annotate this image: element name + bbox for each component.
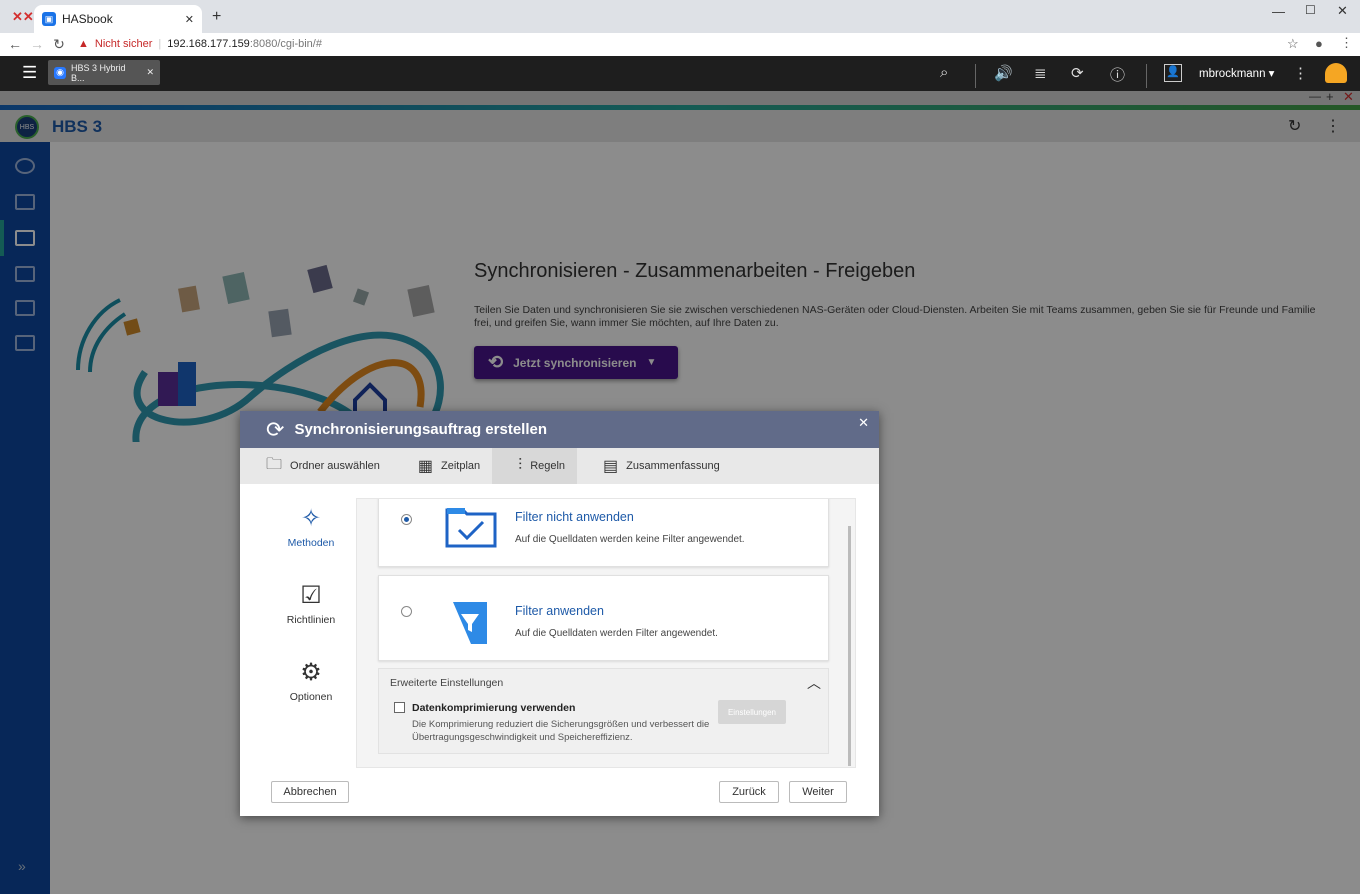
gear-icon: ⚙: [300, 659, 322, 686]
dashboard-gauge-icon[interactable]: [1325, 63, 1347, 83]
step-rules[interactable]: ⫶ Regeln: [492, 448, 578, 484]
radio-no-filter[interactable]: [401, 514, 412, 525]
url-path: :8080/cgi-bin/#: [249, 38, 322, 50]
qts-topbar: [0, 56, 1360, 91]
user-menu[interactable]: mbrockmann ▾: [1199, 66, 1274, 80]
nav-label: Richtlinien: [286, 614, 336, 626]
dialog-title: Synchronisierungsauftrag erstellen: [294, 421, 548, 438]
window-close-icon[interactable]: ✕: [1337, 3, 1348, 19]
content-scrollbar[interactable]: [848, 526, 851, 766]
nav-options[interactable]: ⚙ Optionen: [270, 658, 352, 703]
option-title: Filter anwenden: [515, 604, 604, 618]
compression-description: Die Komprimierung reduziert die Sicherun…: [412, 719, 710, 743]
tab-close-icon[interactable]: ✕: [185, 13, 194, 26]
step-label: Regeln: [530, 460, 566, 472]
browser-tab[interactable]: ▣ HASbook ✕: [34, 5, 202, 33]
url-host: 192.168.177.159: [167, 38, 250, 50]
tasks-icon[interactable]: ≣: [1034, 64, 1047, 82]
create-sync-job-dialog: ⟳ Synchronisierungsauftrag erstellen ✕ 🗀…: [240, 411, 879, 816]
main-menu-icon[interactable]: ☰: [22, 63, 37, 83]
user-avatar-icon[interactable]: 👤: [1164, 64, 1182, 82]
sliders-icon: ⫶: [518, 457, 523, 474]
clipboard-check-icon: ☑: [300, 582, 322, 609]
dialog-header: ⟳ Synchronisierungsauftrag erstellen ✕: [240, 411, 879, 448]
magic-wand-icon: ✧: [300, 505, 322, 532]
qts-app-tab[interactable]: ◉ HBS 3 Hybrid B... ✕: [48, 60, 160, 85]
address-bar[interactable]: ▲ Nicht sicher | 192.168.177.159:8080/cg…: [78, 34, 1308, 54]
clipboard-icon: ▤: [603, 458, 619, 475]
funnel-icon: [453, 602, 487, 644]
calendar-icon: ▦: [417, 458, 434, 475]
next-button[interactable]: Weiter: [789, 781, 847, 803]
dialog-close-icon[interactable]: ✕: [858, 415, 869, 431]
sync-job-icon: ⟳: [266, 416, 285, 442]
compression-label: Datenkomprimierung verwenden: [412, 702, 576, 714]
tab-title: HASbook: [62, 12, 113, 26]
bookmark-star-icon[interactable]: ☆: [1287, 36, 1299, 52]
step-label: Zusammenfassung: [626, 460, 720, 472]
browser-logo-icon: ✕✕: [12, 9, 34, 24]
tab-favicon-icon: ▣: [42, 12, 56, 26]
step-select-folder[interactable]: 🗀 Ordner auswählen: [240, 448, 392, 484]
nav-label: Methoden: [287, 537, 335, 549]
chevron-up-icon[interactable]: ︿: [807, 673, 821, 693]
info-icon[interactable]: ⓘ: [1110, 64, 1125, 85]
reload-icon[interactable]: ↻: [48, 36, 70, 53]
warning-icon: ▲: [78, 38, 89, 50]
back-icon[interactable]: ←: [4, 36, 26, 52]
search-icon[interactable]: ⌕: [940, 64, 948, 81]
profile-icon[interactable]: ●: [1315, 36, 1323, 51]
browser-tabstrip: ✕✕ ▣ HASbook ✕ + — ☐ ✕: [0, 0, 1360, 33]
nav-label: Optionen: [289, 691, 333, 703]
step-label: Ordner auswählen: [290, 460, 380, 472]
sync-status-icon[interactable]: ⟳: [1071, 64, 1084, 82]
option-title: Filter nicht anwenden: [515, 510, 634, 524]
qts-tab-close-icon[interactable]: ✕: [146, 67, 154, 78]
folder-icon: 🗀: [266, 455, 283, 473]
step-label: Zeitplan: [441, 460, 481, 472]
step-schedule[interactable]: ▦ Zeitplan: [392, 448, 492, 484]
option-desc: Auf die Quelldaten werden keine Filter a…: [515, 534, 745, 545]
advanced-settings-title[interactable]: Erweiterte Einstellungen: [390, 677, 503, 689]
advanced-settings-section: Erweiterte Einstellungen ︿ Datenkomprimi…: [378, 668, 829, 754]
volume-icon[interactable]: 🔊: [994, 64, 1013, 82]
cancel-button[interactable]: Abbrechen: [271, 781, 349, 803]
divider: [1146, 64, 1147, 88]
forward-icon[interactable]: →: [26, 36, 48, 52]
step-summary[interactable]: ▤ Zusammenfassung: [577, 448, 732, 484]
option-no-filter[interactable]: Filter nicht anwenden Auf die Quelldaten…: [378, 499, 829, 567]
hbs-tab-icon: ◉: [54, 66, 66, 79]
radio-apply-filter[interactable]: [401, 606, 412, 617]
option-desc: Auf die Quelldaten werden Filter angewen…: [515, 628, 718, 639]
compression-settings-button[interactable]: Einstellungen: [718, 700, 786, 724]
nav-methods[interactable]: ✧ Methoden: [270, 504, 352, 549]
browser-menu-icon[interactable]: ⋮: [1340, 35, 1353, 51]
qts-app-tab-label: HBS 3 Hybrid B...: [71, 62, 126, 83]
nav-policies[interactable]: ☑ Richtlinien: [270, 581, 352, 626]
minimize-icon[interactable]: —: [1272, 4, 1285, 19]
divider: [975, 64, 976, 88]
back-button[interactable]: Zurück: [719, 781, 779, 803]
maximize-icon[interactable]: ☐: [1305, 3, 1316, 17]
security-label: Nicht sicher: [94, 38, 153, 50]
new-tab-icon[interactable]: +: [212, 8, 221, 26]
wizard-steps: 🗀 Ordner auswählen ▦ Zeitplan ⫶ Regeln ▤ Zus…: [240, 448, 879, 484]
compression-checkbox[interactable]: [394, 702, 405, 713]
option-apply-filter[interactable]: Filter anwenden Auf die Quelldaten werde…: [378, 575, 829, 661]
methods-panel: Filter nicht anwenden Auf die Quelldaten…: [356, 498, 856, 768]
folder-check-icon: [445, 508, 497, 548]
more-options-icon[interactable]: ⋮: [1293, 64, 1308, 82]
rules-nav: ✧ Methoden ☑ Richtlinien ⚙ Optionen: [240, 484, 356, 769]
